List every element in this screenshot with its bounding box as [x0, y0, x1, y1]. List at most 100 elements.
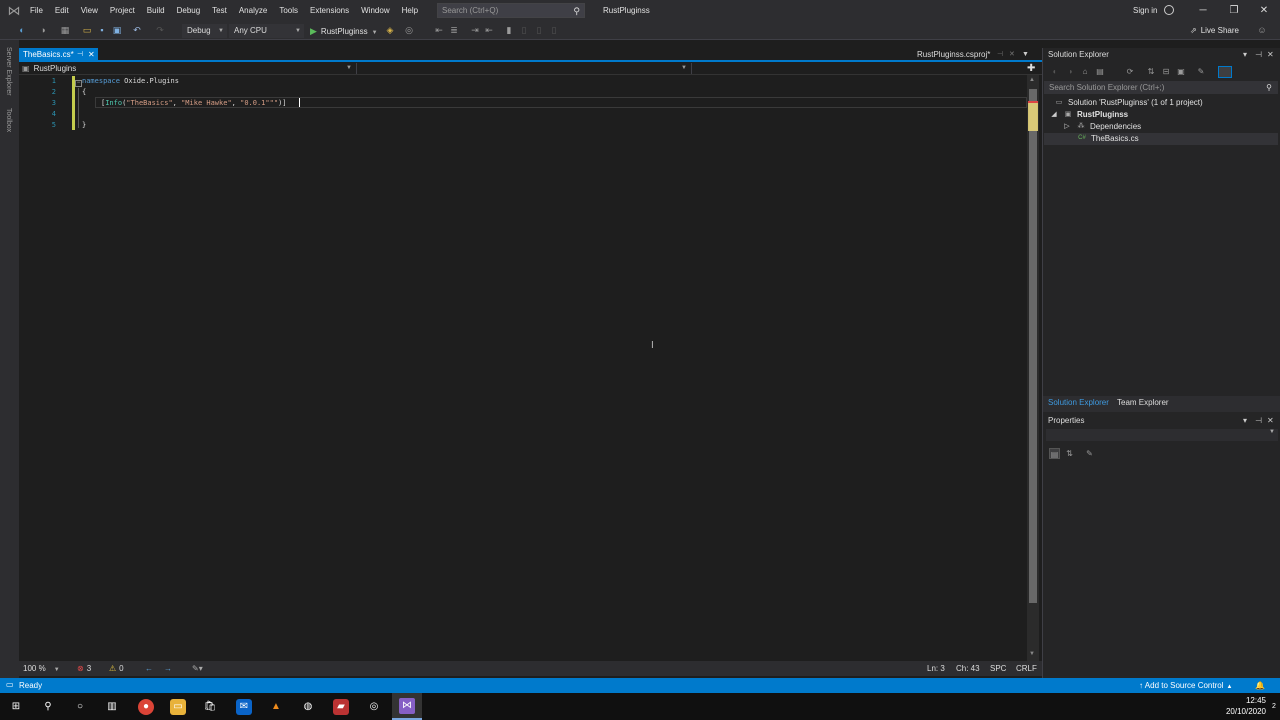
next-bookmark-icon[interactable]: ▯: [534, 25, 544, 35]
menu-extensions[interactable]: Extensions: [306, 0, 357, 21]
error-count-button[interactable]: ⊗ 3: [77, 661, 91, 676]
expanded-triangle-icon[interactable]: ◢: [1051, 110, 1057, 119]
configuration-select[interactable]: Debug ▼: [182, 24, 227, 38]
restore-icon[interactable]: ❐: [1219, 0, 1249, 21]
zoom-level[interactable]: 100 % ▼: [23, 661, 60, 678]
live-share-button[interactable]: ⇗ Live Share: [1190, 24, 1239, 38]
sign-in-link[interactable]: Sign in: [1133, 0, 1157, 21]
format-icon[interactable]: ≣: [449, 25, 459, 35]
obs-icon[interactable]: ◎: [366, 699, 382, 715]
screenshot-icon[interactable]: ◎: [404, 25, 414, 35]
close-icon[interactable]: ✕: [1267, 416, 1274, 425]
nav-forward-icon[interactable]: →: [164, 661, 172, 676]
toolbox-tab[interactable]: Toolbox: [5, 108, 12, 132]
tree-solution[interactable]: ▭ Solution 'RustPluginss' (1 of 1 project…: [1054, 97, 1203, 109]
menu-debug[interactable]: Debug: [173, 0, 209, 21]
whitespace-indicator[interactable]: SPC: [990, 661, 1006, 676]
tab-team-explorer[interactable]: Team Explorer: [1117, 396, 1169, 410]
mail-icon[interactable]: ✉: [236, 699, 252, 715]
pin-icon[interactable]: ⊣: [997, 48, 1003, 62]
tree-project[interactable]: ◢ ▣ RustPluginss: [1051, 109, 1128, 121]
clock-time[interactable]: 12:45: [1238, 696, 1266, 705]
navigate-forward-icon[interactable]: ◑: [38, 25, 48, 35]
menu-analyze[interactable]: Analyze: [235, 0, 275, 21]
save-all-icon[interactable]: ▣: [112, 25, 122, 35]
tree-file-thebasics[interactable]: C# TheBasics.cs: [1077, 133, 1138, 145]
type-dropdown[interactable]: ▼: [359, 63, 692, 74]
outdent-icon[interactable]: ⇤: [484, 25, 494, 35]
menu-build[interactable]: Build: [143, 0, 173, 21]
menu-test[interactable]: Test: [208, 0, 235, 21]
server-explorer-tab[interactable]: Server Explorer: [5, 47, 12, 96]
step-icon[interactable]: ⇤: [434, 25, 444, 35]
scrollbar-thumb[interactable]: [1029, 89, 1037, 603]
chrome-icon[interactable]: ●: [138, 699, 154, 715]
search-icon[interactable]: ⚲: [40, 699, 56, 715]
pin-icon[interactable]: ⊣: [77, 48, 83, 62]
scroll-down-icon[interactable]: ▼: [1029, 651, 1035, 657]
open-file-icon[interactable]: ▭: [82, 25, 92, 35]
warning-count-button[interactable]: ⚠ 0: [109, 661, 124, 676]
dropdown-icon[interactable]: ▾: [1243, 50, 1247, 59]
start-debugging-button[interactable]: ▶ RustPluginss ▼: [310, 24, 378, 38]
action-center-icon[interactable]: 2: [1269, 701, 1279, 713]
properties-icon[interactable]: ✎: [1196, 67, 1206, 77]
redo-icon[interactable]: ↷: [155, 25, 165, 35]
editor-vertical-scrollbar[interactable]: ▲ ▼: [1027, 75, 1039, 661]
notifications-icon[interactable]: 🔔: [1255, 678, 1265, 693]
platform-select[interactable]: Any CPU ▼: [229, 24, 304, 38]
windows-start-icon[interactable]: ⊞: [8, 699, 24, 715]
app-icon[interactable]: ◍: [300, 699, 316, 715]
undo-icon[interactable]: ↶: [132, 25, 142, 35]
pin-icon[interactable]: ⊣: [1255, 416, 1262, 425]
line-ending-indicator[interactable]: CRLF: [1016, 661, 1037, 676]
feedback-icon[interactable]: ☺: [1257, 25, 1267, 35]
member-dropdown[interactable]: [694, 63, 1019, 74]
alphabetical-icon[interactable]: ⇅: [1064, 448, 1075, 459]
object-selector[interactable]: ▼: [1046, 429, 1278, 441]
indent-icon[interactable]: ⇥: [470, 25, 480, 35]
close-icon[interactable]: ✕: [1249, 0, 1279, 21]
account-icon[interactable]: [1164, 5, 1174, 15]
cortana-icon[interactable]: ○: [72, 699, 88, 715]
home-icon[interactable]: ⌂: [1080, 67, 1090, 77]
save-icon[interactable]: ▪: [97, 25, 107, 35]
project-dropdown[interactable]: ▣ RustPlugins ▼: [22, 63, 357, 74]
prev-bookmark-icon[interactable]: ▯: [519, 25, 529, 35]
quick-search-input[interactable]: Search (Ctrl+Q) ⚲: [437, 3, 585, 18]
minimize-icon[interactable]: ─: [1188, 0, 1218, 21]
nav-back-icon[interactable]: ←: [145, 661, 153, 676]
show-all-files-icon[interactable]: ▣: [1176, 67, 1186, 77]
navigate-back-icon[interactable]: ◐: [17, 25, 27, 35]
preview-selected-items-icon[interactable]: [1218, 66, 1232, 78]
tab-project-file[interactable]: RustPluginss.csproj*: [917, 48, 990, 62]
back-icon[interactable]: ◐: [1050, 67, 1060, 77]
code-cleanup-icon[interactable]: ✎▾: [192, 661, 203, 676]
menu-edit[interactable]: Edit: [51, 0, 77, 21]
clock-date[interactable]: 20/10/2020: [1222, 707, 1266, 716]
close-tab-icon[interactable]: ✕: [88, 48, 95, 62]
pin-icon[interactable]: ⊣: [1255, 50, 1262, 59]
property-pages-icon[interactable]: ✎: [1084, 448, 1095, 459]
dropdown-icon[interactable]: ▾: [1243, 416, 1247, 425]
menu-file[interactable]: File: [26, 0, 51, 21]
menu-tools[interactable]: Tools: [275, 0, 306, 21]
switch-views-icon[interactable]: ▤: [1095, 67, 1105, 77]
browse-icon[interactable]: ◈: [385, 25, 395, 35]
tab-solution-explorer[interactable]: Solution Explorer: [1048, 396, 1109, 410]
code-editor[interactable]: 1 2 3 4 5 − namespace Oxide.Plugins { [I…: [19, 75, 1027, 661]
split-editor-icon[interactable]: ✚: [1027, 62, 1035, 75]
menu-help[interactable]: Help: [398, 0, 426, 21]
store-icon[interactable]: 🛍: [202, 699, 218, 715]
close-icon[interactable]: ✕: [1267, 50, 1274, 59]
sync-icon[interactable]: ⇅: [1146, 67, 1156, 77]
forward-icon[interactable]: ◑: [1065, 67, 1075, 77]
solution-search-input[interactable]: Search Solution Explorer (Ctrl+;) ⚲: [1044, 81, 1278, 94]
categorized-icon[interactable]: ▤: [1049, 448, 1060, 459]
menu-window[interactable]: Window: [357, 0, 397, 21]
collapse-region-icon[interactable]: −: [75, 80, 82, 87]
app-icon[interactable]: ▰: [333, 699, 349, 715]
tab-overflow-icon[interactable]: ▼: [1022, 48, 1029, 62]
visual-studio-taskbar-button[interactable]: ⋈: [392, 693, 422, 720]
clear-bookmarks-icon[interactable]: ▯: [549, 25, 559, 35]
